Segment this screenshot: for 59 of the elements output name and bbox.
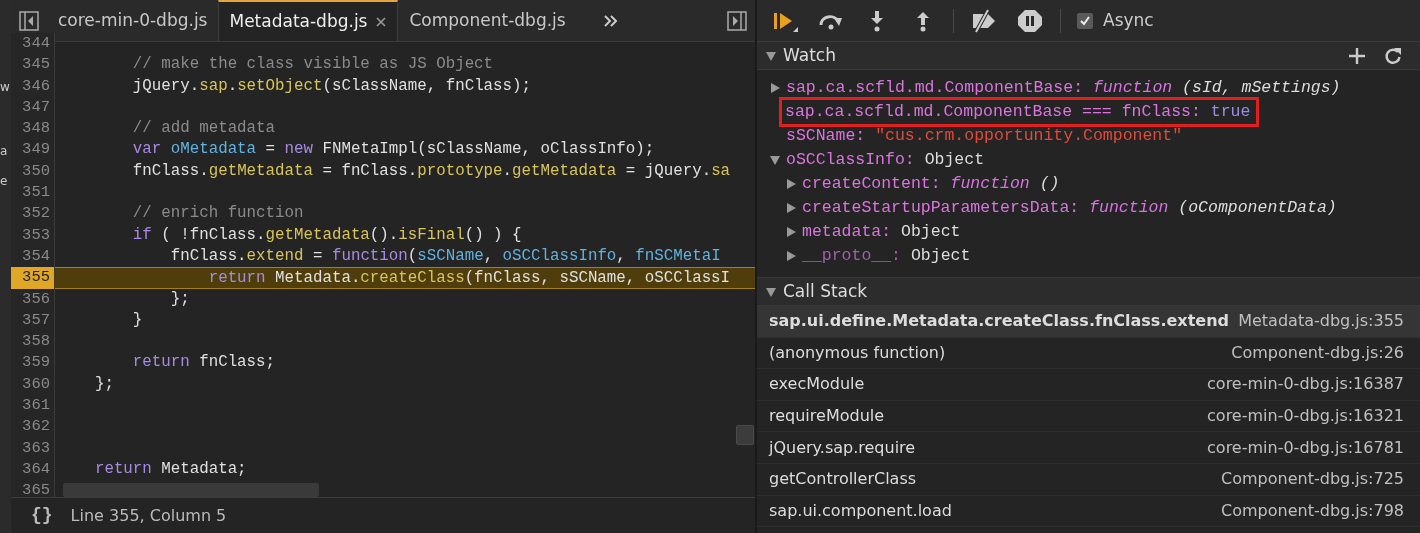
code-line: // enrich function — [131, 203, 305, 225]
collapse-arrow-icon[interactable] — [769, 154, 781, 166]
file-tab[interactable]: Metadata-dbg.js — [218, 0, 399, 41]
section-title: Call Stack — [783, 279, 868, 303]
refresh-icon[interactable] — [1384, 46, 1402, 65]
call-frame[interactable]: requireModule core-min-0-dbg.js:16321 — [757, 400, 1420, 433]
code-line: var oMetadata = new FNMetaImpl(sClassName, oClassInfo); — [131, 139, 656, 161]
scrollbar-thumb[interactable] — [736, 425, 754, 445]
section-title: Watch — [783, 43, 836, 67]
code-line: }; — [93, 373, 115, 395]
collapse-arrow-icon[interactable] — [765, 49, 777, 62]
expand-arrow-icon[interactable] — [785, 178, 797, 190]
file-tab[interactable]: Component-dbg.js — [398, 0, 577, 41]
scrollbar-thumb[interactable] — [63, 483, 319, 497]
watch-expression: __proto__: Object — [801, 244, 972, 267]
collapse-arrow-icon[interactable] — [765, 285, 777, 298]
code-line: return fnClass; — [131, 352, 277, 374]
code-line: } — [131, 309, 144, 331]
line-number: 355 — [11, 267, 55, 289]
code-line: // make the class visible as JS Object — [131, 54, 495, 76]
async-checkbox[interactable]: Async — [1071, 6, 1160, 35]
toggle-sidebar-icon[interactable] — [727, 10, 747, 31]
call-frame[interactable]: getControllerClass Component-dbg.js:725 — [757, 463, 1420, 496]
line-number: 344 — [11, 33, 55, 55]
code-line: if ( !fnClass.getMetadata().isFinal() ) { — [131, 224, 523, 246]
expand-arrow-icon[interactable] — [785, 226, 797, 238]
code-line: // add metadata — [131, 118, 277, 140]
watch-expression: sap.ca.scfld.md.ComponentBase === fnClass: true — [782, 99, 1257, 125]
call-frame[interactable]: sap.ui.define.Metadata.createClass.fnClass.extend Metadata-dbg.js:355 — [757, 306, 1420, 338]
more-tabs-icon[interactable] — [602, 13, 619, 28]
call-frame[interactable]: sap.ui.component.load Component-dbg.js:798 — [757, 495, 1420, 528]
expand-arrow-icon[interactable] — [785, 202, 797, 214]
call-frame[interactable]: (anonymous function) Component-dbg.js:26 — [757, 337, 1420, 370]
code-line: fnClass.getMetadata = fnClass.prototype.getMetadata = jQuery.sa — [131, 160, 732, 182]
partial-text: e — [0, 173, 9, 190]
call-frame[interactable]: jQuery.sap.require core-min-0-dbg.js:16781 — [757, 432, 1420, 464]
watch-expression: createContent: function () — [801, 172, 1061, 195]
partial-text: w — [0, 79, 11, 96]
expand-arrow-icon[interactable] — [785, 250, 797, 262]
deactivate-breakpoints-icon[interactable] — [970, 8, 998, 33]
format-button[interactable]: {} — [31, 502, 53, 529]
checkmark-icon — [1079, 14, 1091, 27]
toggle-sidebar-icon[interactable] — [19, 10, 39, 31]
watch-expression: metadata: Object — [801, 220, 962, 243]
expand-arrow-icon[interactable] — [769, 82, 781, 94]
partial-text: a — [0, 143, 9, 160]
watch-expression: createStartupParametersData: function (oComponentData) — [801, 196, 1338, 219]
code-line: jQuery.sap.setObject(sClassName, fnClass); — [131, 75, 533, 97]
call-frame[interactable]: execModule core-min-0-dbg.js:16387 — [757, 369, 1420, 401]
add-icon[interactable] — [1348, 46, 1366, 65]
cursor-position: Line 355, Column 5 — [70, 504, 227, 527]
watch-expression: sap.ca.scfld.md.ComponentBase: function (sId, mSettings) — [785, 76, 1342, 99]
watch-expression: oSCClassInfo: Object — [785, 148, 986, 171]
code-line: }; — [169, 288, 191, 310]
close-icon[interactable] — [375, 15, 388, 28]
code-line: fnClass.extend = function(sSCName, oSCClassInfo, fnSCMetaI — [169, 245, 722, 267]
pause-icon[interactable] — [1016, 8, 1044, 33]
code-line: return Metadata; — [93, 458, 248, 480]
watch-expression: sSCName: "cus.crm.opportunity.Component" — [785, 124, 1184, 147]
